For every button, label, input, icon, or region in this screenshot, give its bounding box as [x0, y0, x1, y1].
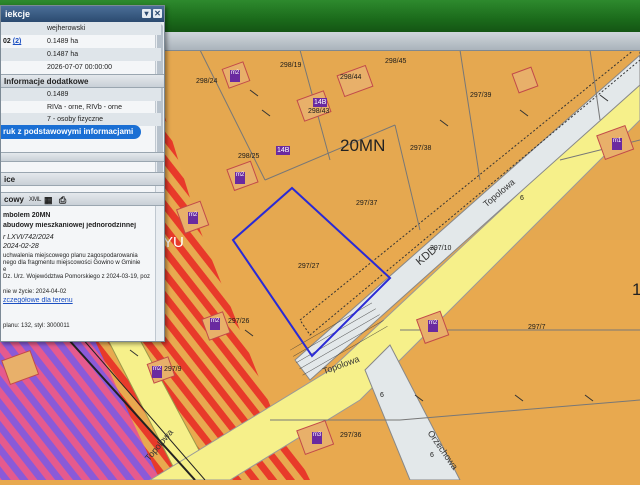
zone-label-20mn: 20MN: [340, 136, 386, 155]
info-row: 0.1489: [1, 88, 161, 101]
parcel-label: 297/7: [528, 324, 546, 331]
map-marker-icon[interactable]: m2: [235, 172, 245, 184]
info-row: 2026-07-07 00:00:00: [1, 61, 161, 74]
print-button[interactable]: ruk z podstawowymi informacjami: [1, 125, 141, 139]
plan-footer: planu: 132, styl: 3000011: [3, 323, 70, 329]
collapse-icon[interactable]: ▾: [142, 9, 151, 18]
map-marker-icon[interactable]: m2: [152, 366, 162, 378]
map-number: 6: [380, 392, 384, 399]
section-header-dodatkowe[interactable]: Informacje dodatkowe: [1, 74, 164, 88]
xml-link[interactable]: XML: [29, 193, 41, 207]
parcel-label: 298/45: [385, 58, 407, 65]
parcel-label: 298/25: [238, 153, 260, 160]
plan-date: 2024-02-28: [3, 243, 39, 250]
info-value: 0.1487 ha: [47, 51, 79, 58]
printer-icon[interactable]: ⎙: [59, 193, 66, 207]
info-value: 2026-07-07 00:00:00: [47, 64, 112, 71]
info-value: wejherowski: [47, 25, 86, 32]
parcel-label: 298/24: [196, 78, 218, 85]
parcel-label: 298/43: [308, 108, 330, 115]
map-marker-icon[interactable]: m2: [428, 320, 438, 332]
plan-effective: nie w życie: 2024-04-02: [3, 289, 67, 295]
info-row: wejherowski: [1, 22, 161, 35]
zone-label-partial: 1: [632, 280, 640, 299]
info-row: 02 (2) 0.1489 ha: [1, 35, 161, 48]
map-marker-icon[interactable]: m3: [312, 432, 322, 444]
parcel-label: 297/9: [164, 366, 182, 373]
parcel-label: 297/36: [340, 432, 362, 439]
parcel-label: 297/26: [228, 318, 250, 325]
section-header-plan[interactable]: cowy XML ▦ ⎙: [1, 192, 164, 206]
info-value: 0.1489 ha: [47, 38, 79, 45]
close-icon[interactable]: ✕: [153, 9, 162, 18]
info-value: 0.1489: [47, 91, 69, 98]
map-toolbar: [160, 32, 640, 51]
plan-purpose: abudowy mieszkaniowej jednorodzinnej: [3, 222, 137, 229]
grid-icon[interactable]: ▦: [44, 193, 53, 207]
info-link[interactable]: (2): [13, 38, 22, 45]
parcel-label: 297/39: [470, 92, 492, 99]
plan-journal: Dz. Urz. Województwa Pomorskiego z 2024-…: [3, 274, 150, 280]
plan-resolution: r LXVI/742/2024: [3, 234, 54, 241]
map-marker-icon[interactable]: m2: [188, 212, 198, 224]
zone-label-yu: YU: [163, 234, 184, 251]
info-label: 02: [3, 38, 11, 45]
map-number: 6: [520, 195, 524, 202]
plan-details-link[interactable]: zczegółowe dla terenu: [3, 297, 155, 305]
parcel-label: 297/37: [356, 200, 378, 207]
parcel-label: 297/38: [410, 145, 432, 152]
section-header-ice[interactable]: ice: [1, 172, 164, 186]
parcel-label: 298/44: [340, 74, 362, 81]
section-plan-label: cowy: [4, 195, 25, 204]
map-marker-icon[interactable]: m1: [612, 138, 622, 150]
info-row: 0.1487 ha: [1, 48, 161, 61]
panel-title: iekcje: [5, 9, 31, 19]
map-marker-icon[interactable]: m2: [230, 70, 240, 82]
parcel-label-selected: 297/27: [298, 263, 320, 270]
building-label: 14B: [276, 146, 291, 155]
parcel-label: 297/10: [430, 245, 452, 252]
panel-title-bar[interactable]: iekcje ▾ ✕: [1, 6, 164, 22]
map-marker-icon[interactable]: m2: [210, 318, 220, 330]
map-number: 6: [430, 452, 434, 459]
info-panel[interactable]: iekcje ▾ ✕ wejherowski 02 (2) 0.1489 ha …: [0, 5, 165, 342]
section-divider: [1, 152, 164, 162]
parcel-label: 298/19: [280, 62, 302, 69]
plan-symbol: mbolem 20MN: [3, 212, 51, 219]
building-label: 14B: [313, 98, 328, 107]
